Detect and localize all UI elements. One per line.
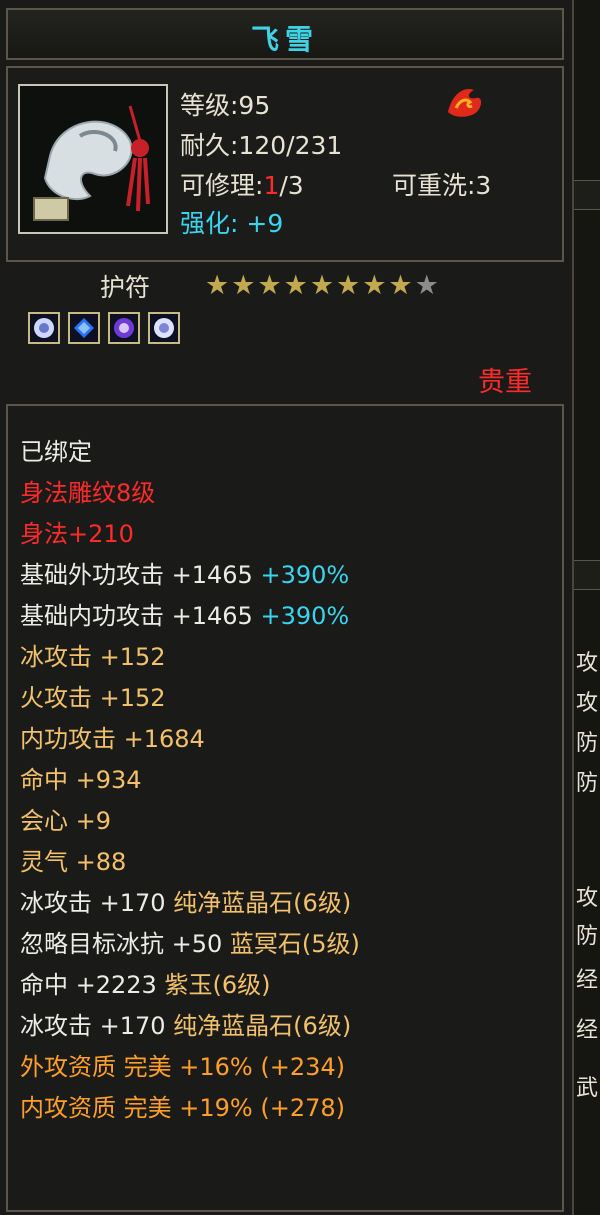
repair-label: 可修理: (180, 171, 264, 200)
gem-socket[interactable] (108, 312, 140, 344)
white-gem-icon (154, 318, 174, 338)
purple-gem-icon (114, 318, 134, 338)
attr-row: 基础内功攻击 +1465 +390% (20, 596, 349, 631)
enhance-label: 强化: (180, 209, 239, 238)
attr-row: 会心 +9 (20, 801, 111, 836)
white-gem-icon (34, 318, 54, 338)
attr-paren: (+234) (260, 1053, 346, 1081)
attr-row: 命中 +934 (20, 760, 142, 795)
attr-text: 外攻资质 完美 +16% (20, 1053, 253, 1081)
attr-text: 命中 +2223 (20, 971, 157, 999)
blue-gem-icon (74, 318, 94, 338)
item-rewash: 可重洗:3 (392, 171, 492, 200)
attr-row: 忽略目标冰抗 +50 蓝冥石(5级) (20, 924, 360, 959)
strip-label: 防 (576, 731, 599, 756)
attr-text: 冰攻击 +170 (20, 1012, 166, 1040)
attr-gem: 蓝冥石(5级) (229, 930, 360, 958)
strip-label: 经 (576, 968, 599, 993)
repair-current: 1 (263, 171, 280, 200)
amulet-icon (20, 86, 166, 232)
attr-text: 会心 +9 (20, 807, 112, 835)
attr-row: 身法+210 (20, 514, 134, 549)
attr-row: 火攻击 +152 (20, 678, 166, 713)
attr-row: 内功攻击 +1684 (20, 719, 205, 754)
item-type: 护符 (100, 273, 151, 302)
attr-gem: 纯净蓝晶石(6级) (173, 889, 352, 917)
attribute-list: 已绑定 身法雕纹8级 身法+210 基础外功攻击 +1465 +390% 基础内… (6, 404, 564, 1212)
item-durability: 耐久:120/231 (180, 131, 343, 160)
attr-text: 灵气 +88 (20, 848, 127, 876)
gem-socket[interactable] (148, 312, 180, 344)
attr-text: 基础外功攻击 +1465 (20, 561, 253, 589)
item-icon (18, 84, 168, 234)
attr-row: 外攻资质 完美 +16% (+234) (20, 1047, 345, 1082)
strip-label: 武 (576, 1076, 599, 1101)
title-bar: 飞雪 (6, 8, 564, 60)
strip-label: 攻 (576, 691, 599, 716)
strip-label: 攻 (576, 651, 599, 676)
item-enhance: 强化: +9 (180, 204, 283, 240)
strip-tab[interactable] (574, 180, 600, 210)
attr-row: 冰攻击 +170 纯净蓝晶石(6级) (20, 1006, 351, 1041)
attr-row: 冰攻击 +152 (20, 637, 166, 672)
attr-text: 内功攻击 +1684 (20, 725, 205, 753)
attr-text: 已绑定 (20, 438, 92, 466)
attr-text: 冰攻击 +170 (20, 889, 166, 917)
gem-sockets (28, 312, 180, 344)
attr-row: 灵气 +88 (20, 842, 126, 877)
attr-row: 身法雕纹8级 (20, 473, 155, 508)
attr-text: 身法雕纹8级 (20, 479, 156, 507)
attr-text: 火攻击 +152 (20, 684, 166, 712)
repair-total: /3 (279, 171, 304, 200)
attr-bonus: +390% (260, 602, 350, 630)
item-level: 等级:95 (180, 91, 271, 120)
item-name: 飞雪 (250, 23, 319, 56)
attr-text: 基础内功攻击 +1465 (20, 602, 253, 630)
strip-tab[interactable] (574, 560, 600, 590)
attr-row: 冰攻击 +170 纯净蓝晶石(6级) (20, 883, 351, 918)
attr-paren: (+278) (260, 1094, 346, 1122)
rarity-label: 贵重 (478, 367, 532, 398)
attr-row: 已绑定 (20, 432, 92, 467)
stars-filled: ★★★★★★★★ (205, 270, 415, 301)
background-panel-strip: 攻 攻 防 防 攻 防 经 经 武 (574, 0, 600, 1215)
star-rating: ★★★★★★★★★ (205, 270, 441, 301)
attr-bonus: +390% (260, 561, 350, 589)
strip-label: 经 (576, 1018, 599, 1043)
gem-socket[interactable] (28, 312, 60, 344)
attr-row: 基础外功攻击 +1465 +390% (20, 555, 349, 590)
strip-label: 防 (576, 771, 599, 796)
attr-row: 内攻资质 完美 +19% (+278) (20, 1088, 345, 1123)
strip-label: 防 (576, 924, 599, 949)
attr-text: 忽略目标冰抗 +50 (20, 930, 223, 958)
attr-text: 内攻资质 完美 +19% (20, 1094, 253, 1122)
enhance-value: +9 (246, 209, 284, 238)
gem-socket[interactable] (68, 312, 100, 344)
attr-gem: 纯净蓝晶石(6级) (173, 1012, 352, 1040)
flame-emblem-icon (448, 88, 482, 117)
item-tooltip-panel: 飞雪 等级:95 耐久:120/231 可修理:1/3 可重洗:3 强化: +9 (0, 0, 574, 1215)
attr-row: 命中 +2223 紫玉(6级) (20, 965, 270, 1000)
item-header-box: 等级:95 耐久:120/231 可修理:1/3 可重洗:3 强化: +9 (6, 66, 564, 262)
strip-label: 攻 (576, 886, 599, 911)
item-repair: 可修理:1/3 (180, 166, 304, 202)
attr-text: 身法+210 (20, 520, 134, 548)
stars-empty: ★ (414, 270, 441, 301)
attr-text: 命中 +934 (20, 766, 142, 794)
attr-text: 冰攻击 +152 (20, 643, 166, 671)
attr-gem: 紫玉(6级) (164, 971, 271, 999)
